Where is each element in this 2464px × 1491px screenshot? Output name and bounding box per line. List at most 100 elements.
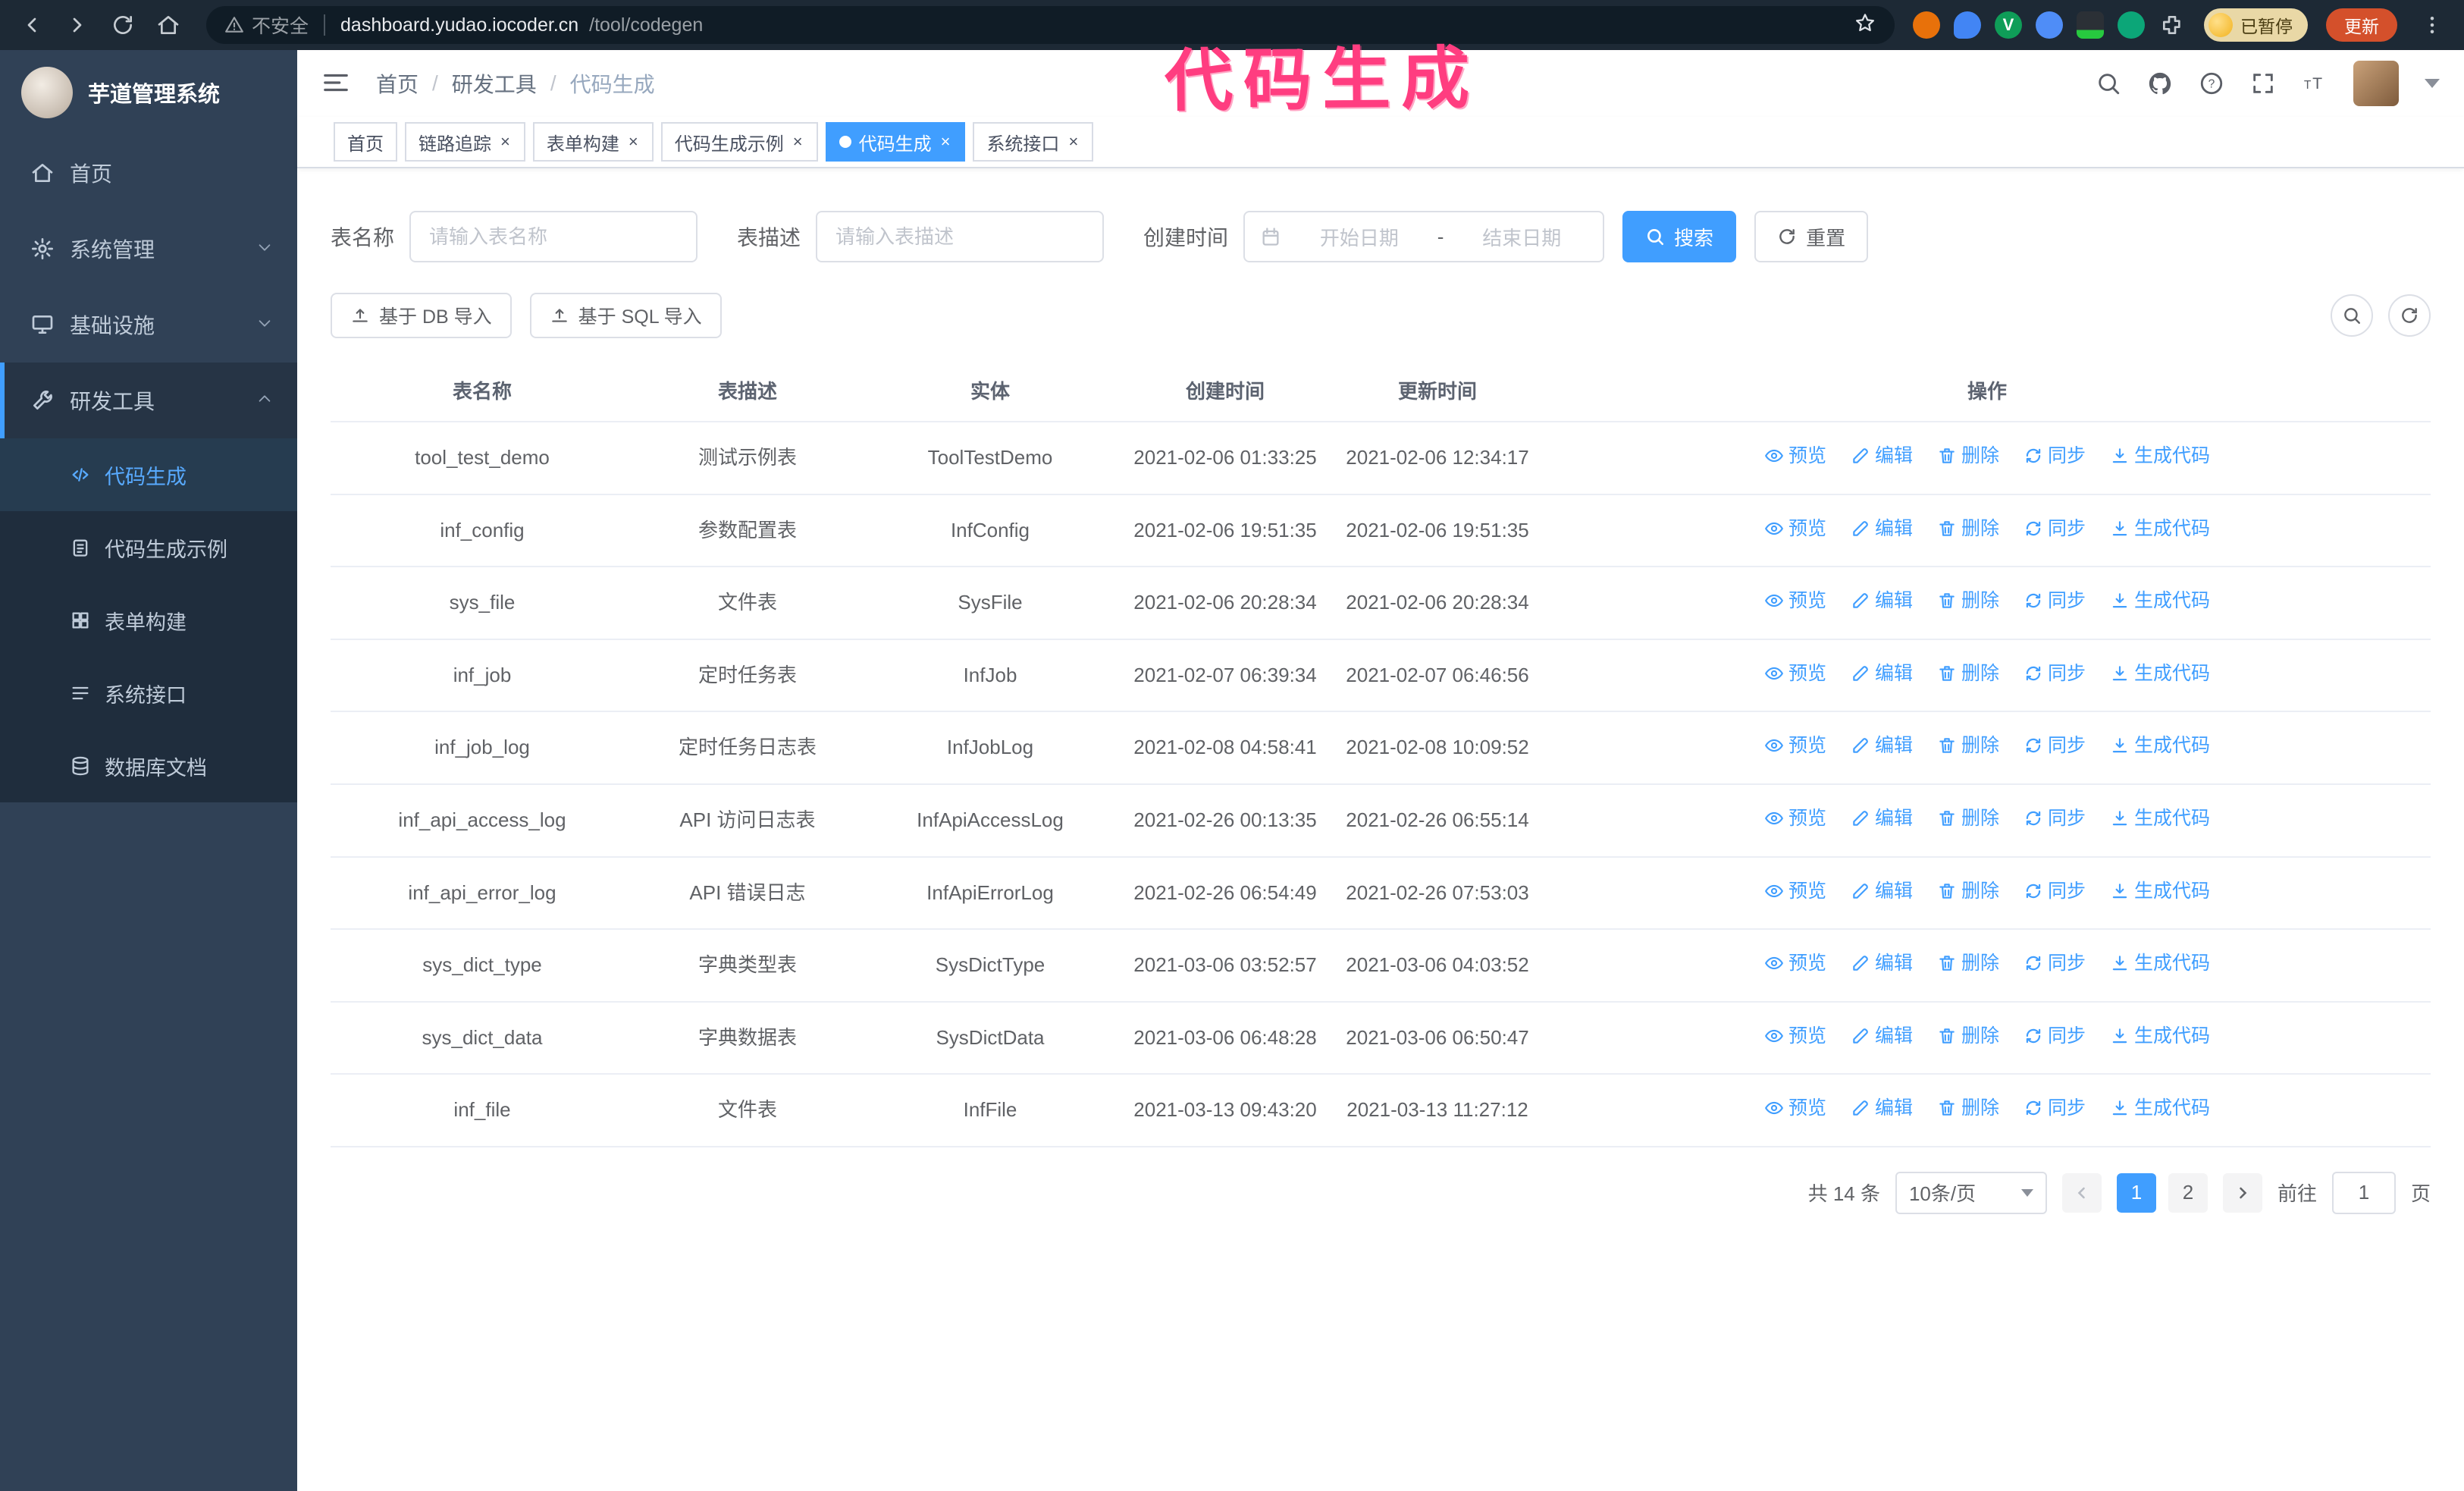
extension-drop-icon[interactable] [1954, 11, 1981, 39]
page-number-1[interactable]: 1 [2116, 1172, 2156, 1213]
action-generate[interactable]: 生成代码 [2110, 1093, 2210, 1123]
breadcrumb-item[interactable]: 首页 [376, 68, 419, 99]
extension-fox-icon[interactable] [1913, 11, 1940, 39]
sidebar-item-codegen[interactable]: 代码生成 [0, 438, 297, 511]
font-size-icon[interactable]: TT [2302, 71, 2328, 96]
action-sync[interactable]: 同步 [2024, 441, 2086, 471]
extension-v-icon[interactable] [1995, 11, 2022, 39]
action-edit[interactable]: 编辑 [1851, 441, 1913, 471]
sidebar-item-codegen-example[interactable]: 代码生成示例 [0, 511, 297, 584]
action-sync[interactable]: 同步 [2024, 803, 2086, 833]
action-edit[interactable]: 编辑 [1851, 730, 1913, 761]
help-icon[interactable]: ? [2199, 71, 2224, 96]
action-delete[interactable]: 删除 [1937, 441, 1999, 471]
next-page-button[interactable] [2222, 1172, 2262, 1213]
user-avatar[interactable] [2353, 61, 2399, 106]
action-delete[interactable]: 删除 [1937, 876, 1999, 906]
tab-api[interactable]: 系统接口 × [973, 122, 1094, 162]
sidebar-item-form-build[interactable]: 表单构建 [0, 584, 297, 657]
action-generate[interactable]: 生成代码 [2110, 1021, 2210, 1051]
action-edit[interactable]: 编辑 [1851, 585, 1913, 616]
import-db-button[interactable]: 基于 DB 导入 [331, 293, 512, 338]
search-button[interactable]: 搜索 [1622, 211, 1737, 262]
sidebar-item-system[interactable]: 系统管理 [0, 211, 297, 287]
action-sync[interactable]: 同步 [2024, 1021, 2086, 1051]
search-icon[interactable] [2096, 71, 2121, 96]
action-delete[interactable]: 删除 [1937, 948, 1999, 978]
action-generate[interactable]: 生成代码 [2110, 803, 2210, 833]
table-name-input[interactable] [409, 211, 698, 262]
tab-close-icon[interactable]: × [499, 132, 512, 152]
refresh-table-button[interactable] [2388, 294, 2431, 337]
action-generate[interactable]: 生成代码 [2110, 441, 2210, 471]
tab-codegen-example[interactable]: 代码生成示例 × [660, 122, 818, 162]
browser-forward-button[interactable] [58, 5, 97, 45]
action-edit[interactable]: 编辑 [1851, 876, 1913, 906]
date-range-picker[interactable]: 开始日期 - 结束日期 [1243, 211, 1605, 262]
sidebar-item-home[interactable]: 首页 [0, 135, 297, 211]
action-generate[interactable]: 生成代码 [2110, 730, 2210, 761]
goto-page-input[interactable] [2331, 1171, 2396, 1214]
action-preview[interactable]: 预览 [1764, 1093, 1826, 1123]
action-preview[interactable]: 预览 [1764, 948, 1826, 978]
tab-close-icon[interactable]: × [939, 132, 952, 152]
avatar-caret-icon[interactable] [2425, 79, 2440, 88]
action-preview[interactable]: 预览 [1764, 803, 1826, 833]
browser-back-button[interactable] [12, 5, 52, 45]
reset-button[interactable]: 重置 [1754, 211, 1869, 262]
browser-update-button[interactable]: 更新 [2326, 8, 2397, 42]
action-preview[interactable]: 预览 [1764, 441, 1826, 471]
sidebar-item-db-doc[interactable]: 数据库文档 [0, 730, 297, 802]
action-sync[interactable]: 同步 [2024, 1093, 2086, 1123]
action-preview[interactable]: 预览 [1764, 585, 1826, 616]
action-sync[interactable]: 同步 [2024, 730, 2086, 761]
browser-menu-kebab-icon[interactable] [2412, 5, 2452, 45]
action-generate[interactable]: 生成代码 [2110, 876, 2210, 906]
action-edit[interactable]: 编辑 [1851, 948, 1913, 978]
action-delete[interactable]: 删除 [1937, 513, 1999, 544]
action-edit[interactable]: 编辑 [1851, 803, 1913, 833]
app-logo[interactable]: 芋道管理系统 [0, 50, 297, 135]
prev-page-button[interactable] [2061, 1172, 2102, 1213]
sidebar-item-infra[interactable]: 基础设施 [0, 287, 297, 363]
sidebar-collapse-icon[interactable] [321, 68, 352, 99]
browser-reload-button[interactable] [103, 5, 143, 45]
tab-close-icon[interactable]: × [792, 132, 804, 152]
action-edit[interactable]: 编辑 [1851, 1021, 1913, 1051]
action-sync[interactable]: 同步 [2024, 585, 2086, 616]
action-sync[interactable]: 同步 [2024, 876, 2086, 906]
action-delete[interactable]: 删除 [1937, 1093, 1999, 1123]
action-preview[interactable]: 预览 [1764, 876, 1826, 906]
bookmark-star-icon[interactable] [1854, 11, 1876, 39]
action-edit[interactable]: 编辑 [1851, 658, 1913, 689]
action-generate[interactable]: 生成代码 [2110, 658, 2210, 689]
action-delete[interactable]: 删除 [1937, 803, 1999, 833]
action-edit[interactable]: 编辑 [1851, 513, 1913, 544]
action-preview[interactable]: 预览 [1764, 1021, 1826, 1051]
profile-paused-badge[interactable]: 已暂停 [2204, 8, 2308, 42]
tab-close-icon[interactable]: × [1067, 132, 1080, 152]
action-edit[interactable]: 编辑 [1851, 1093, 1913, 1123]
table-desc-input[interactable] [816, 211, 1105, 262]
extensions-puzzle-icon[interactable] [2158, 11, 2186, 39]
fullscreen-icon[interactable] [2250, 71, 2276, 96]
extension-people-icon[interactable] [2036, 11, 2063, 39]
action-sync[interactable]: 同步 [2024, 948, 2086, 978]
action-generate[interactable]: 生成代码 [2110, 585, 2210, 616]
extension-green-icon[interactable] [2118, 11, 2145, 39]
page-number-2[interactable]: 2 [2168, 1172, 2208, 1213]
breadcrumb-item[interactable]: 研发工具 [452, 68, 537, 99]
tab-close-icon[interactable]: × [627, 132, 640, 152]
action-delete[interactable]: 删除 [1937, 658, 1999, 689]
action-delete[interactable]: 删除 [1937, 730, 1999, 761]
action-generate[interactable]: 生成代码 [2110, 948, 2210, 978]
action-delete[interactable]: 删除 [1937, 1021, 1999, 1051]
tab-trace[interactable]: 链路追踪 × [405, 122, 525, 162]
url-bar[interactable]: 不安全 dashboard.yudao.iocoder.cn/tool/code… [206, 6, 1895, 44]
tab-home[interactable]: 首页 [334, 122, 397, 162]
action-delete[interactable]: 删除 [1937, 585, 1999, 616]
action-generate[interactable]: 生成代码 [2110, 513, 2210, 544]
browser-home-button[interactable] [149, 5, 188, 45]
extension-dev-icon[interactable] [2077, 11, 2104, 39]
github-icon[interactable] [2147, 71, 2173, 96]
